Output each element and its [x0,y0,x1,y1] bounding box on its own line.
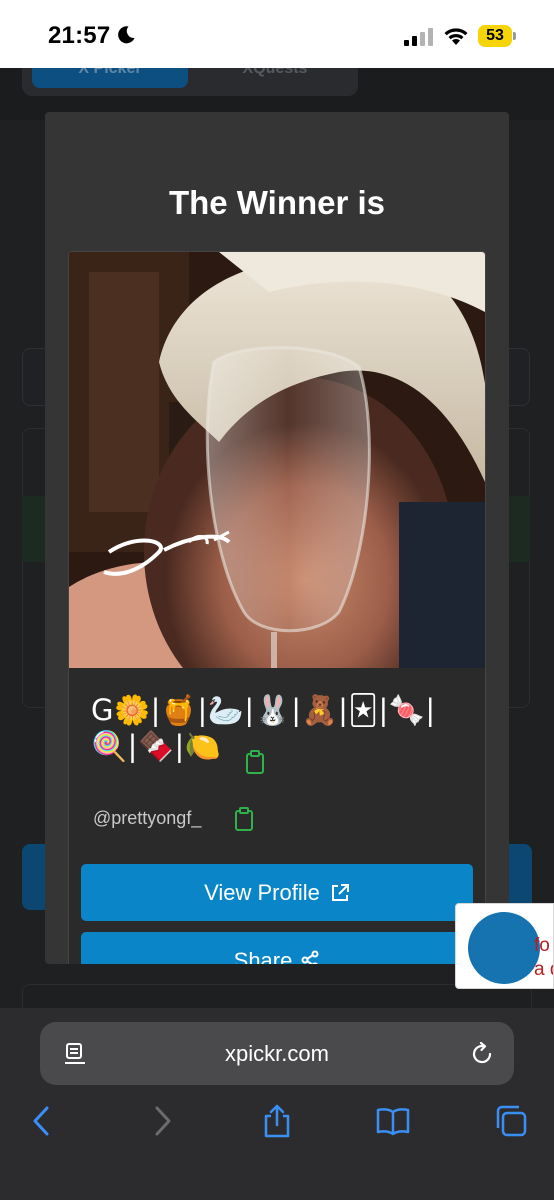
battery-nub [513,32,516,40]
winner-handle: @prettyongf_ [93,808,202,828]
url-text: xpickr.com [225,1041,329,1066]
winner-profile-photo [69,252,485,668]
share-icon [301,950,319,964]
tab-x-picker[interactable]: X Picker [32,68,188,88]
browser-toolbar: xpickr.com [0,1008,554,1200]
winner-card: G🌼|🍯|🦢|🐰|🧸|🃏|🍬|🍭|🍫|🍋 @prettyongf_ View P… [68,251,486,964]
side-popup-line2: a do [534,959,553,980]
side-popup-line1: fo [534,935,550,956]
bookmarks-icon[interactable] [376,1104,410,1138]
winner-modal: The Winner is G🌼|🍯|🦢|🐰|🧸|🃏|🍬|🍭|🍫|🍋 @pret… [45,112,509,964]
battery-indicator: 53 [478,25,512,47]
view-profile-button[interactable]: View Profile [81,864,473,921]
forward-icon[interactable] [144,1104,178,1138]
side-popup[interactable]: fo a do [455,903,554,989]
side-popup-text: fo a do [534,934,553,982]
back-icon[interactable] [26,1104,60,1138]
reload-icon[interactable] [470,1042,494,1066]
share-button[interactable]: Share [81,932,473,964]
moon-icon [118,26,135,44]
copy-name-icon[interactable] [245,750,265,774]
view-profile-label: View Profile [204,880,320,905]
side-popup-logo [468,912,540,984]
tabs-icon[interactable] [494,1104,528,1138]
tab-xquests[interactable]: XQuests [200,68,350,88]
winner-display-name: G🌼|🍯|🦢|🐰|🧸|🃏|🍬|🍭|🍫|🍋 [91,693,436,763]
wifi-icon [444,28,468,45]
cellular-signal-icon [404,28,433,46]
share-sheet-icon[interactable] [260,1104,294,1138]
share-label: Share [233,948,293,964]
address-bar[interactable]: xpickr.com [40,1022,514,1085]
status-bar: 21:57 53 [0,0,554,68]
copy-handle-icon[interactable] [234,807,254,831]
external-link-icon [331,884,349,901]
modal-title: The Winner is [168,184,386,221]
status-time: 21:57 [48,22,111,49]
